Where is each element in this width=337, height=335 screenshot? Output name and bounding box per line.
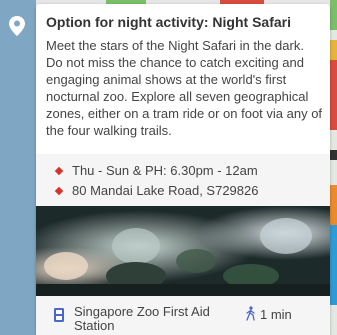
card-title: Option for night activity: Night Safari xyxy=(46,14,291,30)
walking-person-icon xyxy=(246,306,255,321)
bus-stop-icon xyxy=(54,308,64,322)
location-info-card[interactable]: Option for night activity: Night Safari … xyxy=(36,4,330,335)
map-pin-icon[interactable] xyxy=(9,16,25,36)
diamond-bullet-icon xyxy=(54,166,64,175)
address-row: 80 Mandai Lake Road, S729826 xyxy=(54,183,259,198)
details-section: Thu - Sun & PH: 6.30pm - 12am 80 Mandai … xyxy=(36,154,330,206)
night-safari-photo xyxy=(36,206,330,296)
map-right-strip xyxy=(330,0,337,335)
nearest-stop-section[interactable]: Singapore Zoo First Aid Station 1 min xyxy=(36,296,330,335)
address-text: 80 Mandai Lake Road, S729826 xyxy=(72,183,259,198)
hours-row: Thu - Sun & PH: 6.30pm - 12am xyxy=(54,163,258,178)
walk-time: 1 min xyxy=(260,307,292,322)
map-left-strip xyxy=(0,0,36,335)
card-description: Meet the stars of the Night Safari in th… xyxy=(46,38,323,138)
opening-hours: Thu - Sun & PH: 6.30pm - 12am xyxy=(72,163,258,178)
diamond-bullet-icon xyxy=(54,186,64,195)
nearest-stop-name: Singapore Zoo First Aid Station xyxy=(74,304,210,333)
